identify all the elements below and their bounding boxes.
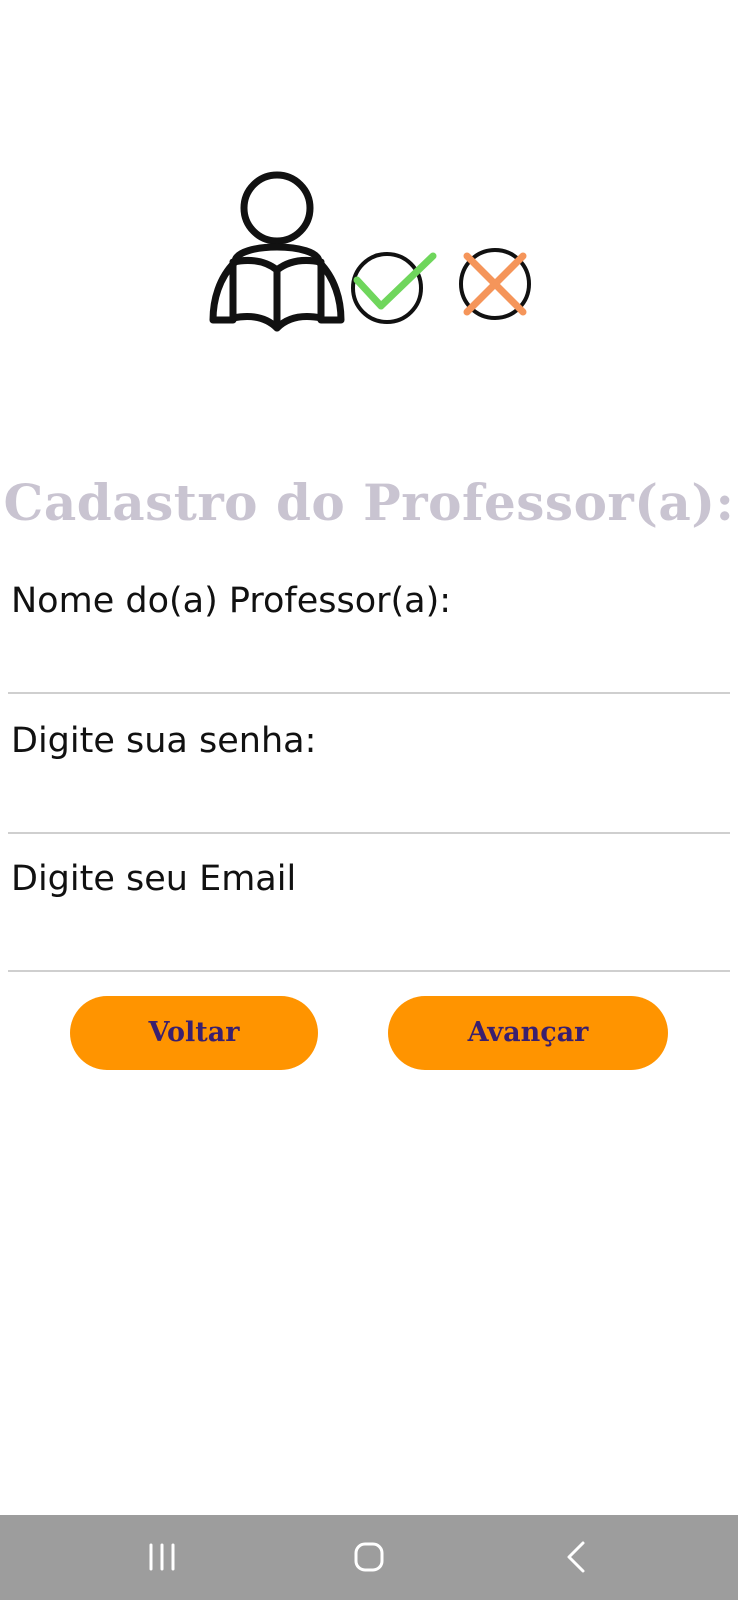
password-label: Digite sua senha: <box>11 721 317 761</box>
next-button[interactable]: Avançar <box>388 996 668 1070</box>
back-icon[interactable] <box>521 1515 631 1600</box>
email-input[interactable] <box>8 918 730 972</box>
password-input[interactable] <box>8 780 730 834</box>
back-button[interactable]: Voltar <box>70 996 318 1070</box>
home-icon[interactable] <box>314 1515 424 1600</box>
x-circle-icon <box>459 248 531 320</box>
reader-person-icon <box>209 171 345 332</box>
recents-icon[interactable] <box>107 1515 217 1600</box>
page-title: Cadastro do Professor(a): <box>3 473 735 532</box>
password-field: Digite sua senha: <box>8 720 730 840</box>
teacher-name-input[interactable] <box>8 640 730 694</box>
registration-screen: Cadastro do Professor(a): Nome do(a) Pro… <box>0 0 738 1600</box>
email-field: Digite seu Email <box>8 858 730 978</box>
teacher-name-field: Nome do(a) Professor(a): <box>8 580 730 700</box>
email-label: Digite seu Email <box>11 859 297 899</box>
system-navigation-bar <box>0 1515 738 1600</box>
app-logo <box>209 171 531 332</box>
check-circle-icon <box>351 252 437 324</box>
teacher-name-label: Nome do(a) Professor(a): <box>11 581 452 621</box>
